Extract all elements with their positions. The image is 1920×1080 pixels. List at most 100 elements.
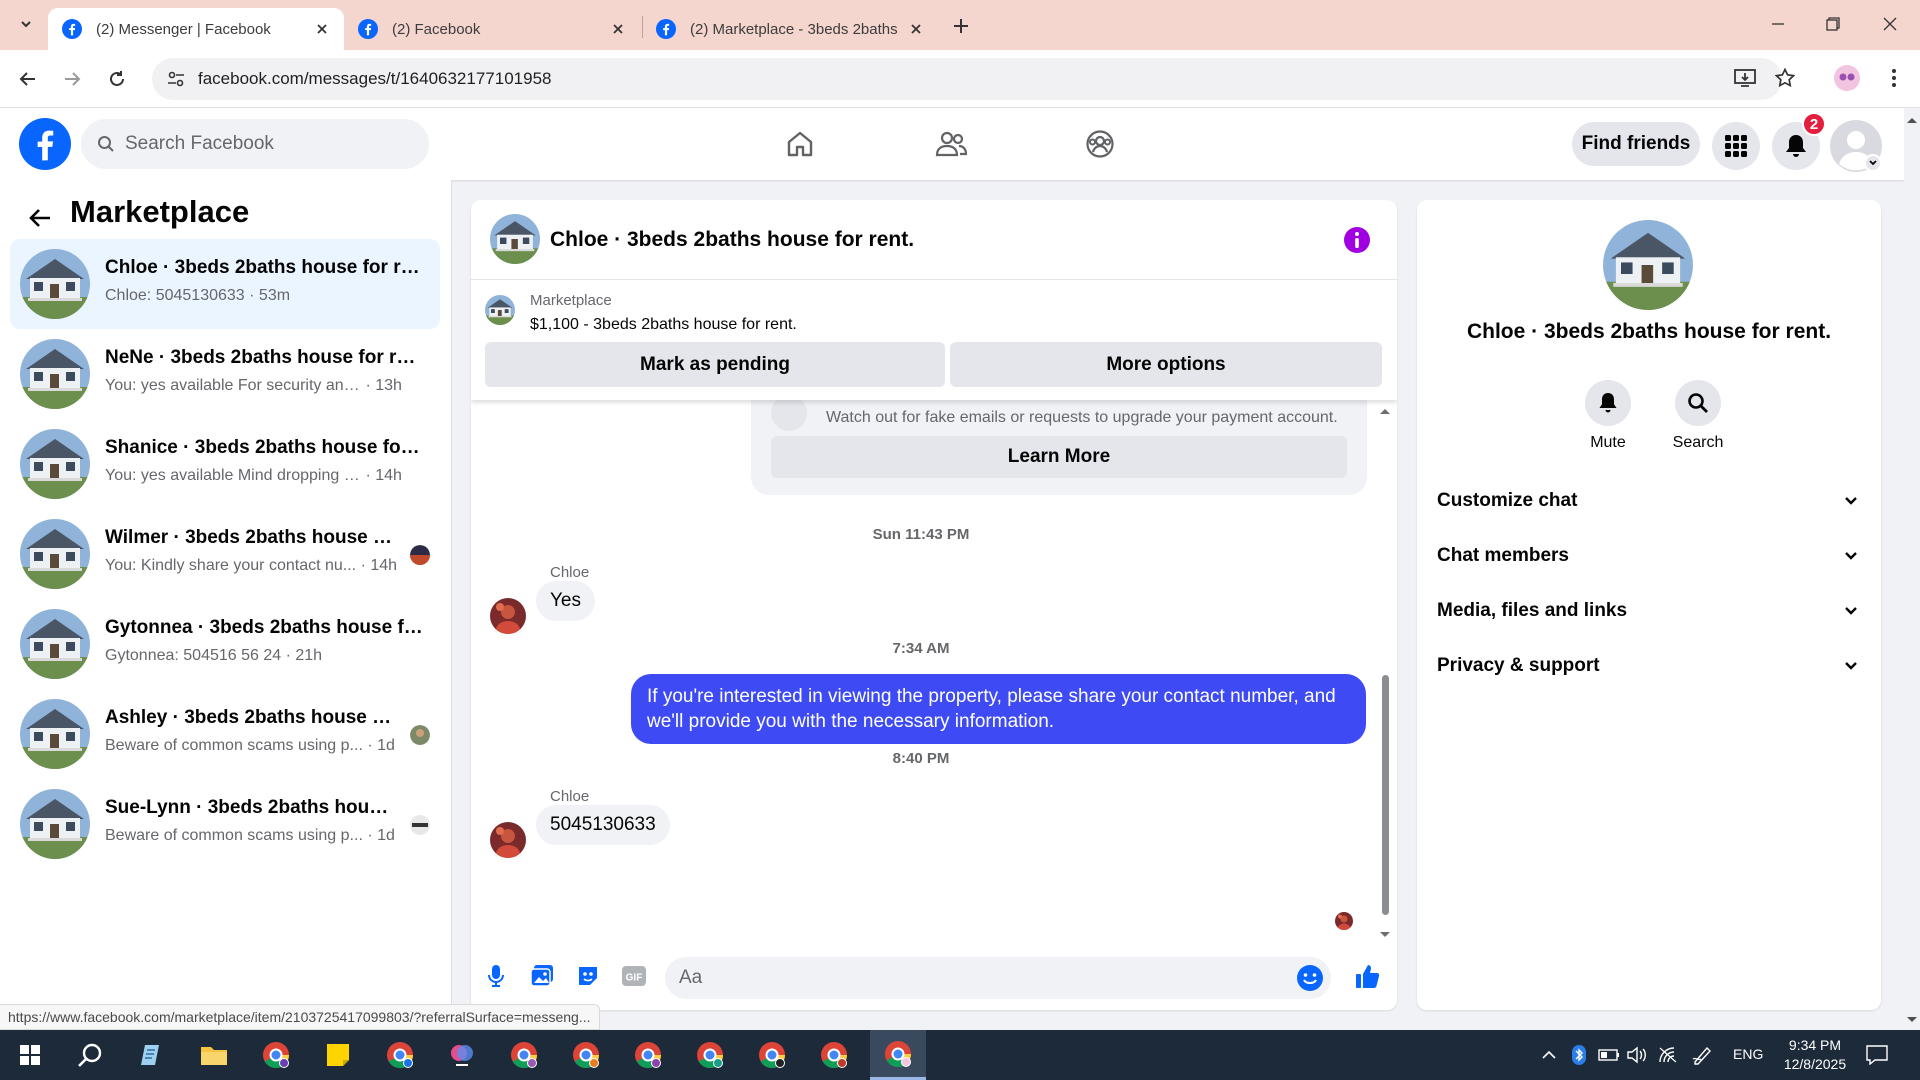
taskbar-sticky-notes-icon[interactable]: [310, 1030, 366, 1080]
action-center-icon[interactable]: [1866, 1044, 1888, 1066]
info-avatar[interactable]: [1603, 220, 1693, 310]
taskbar-search-icon[interactable]: [62, 1030, 118, 1080]
forward-arrow-icon[interactable]: [56, 63, 88, 95]
friends-icon[interactable]: [929, 122, 973, 166]
privacy-support-section[interactable]: Privacy & support: [1429, 641, 1869, 691]
install-app-icon[interactable]: [1729, 62, 1761, 94]
windows-start-icon[interactable]: [2, 1030, 58, 1080]
facebook-logo-icon[interactable]: [19, 118, 71, 170]
taskbar-chrome-active-icon[interactable]: [870, 1030, 926, 1080]
search-icon[interactable]: [1675, 380, 1721, 426]
conversation-item-ashley[interactable]: Ashley · 3beds 2baths house for... Bewar…: [10, 689, 440, 779]
battery-icon[interactable]: [1598, 1044, 1620, 1066]
taskbar-file-explorer-icon[interactable]: [186, 1030, 242, 1080]
conversation-item-shanice[interactable]: Shanice · 3beds 2baths house for r... Yo…: [10, 419, 440, 509]
taskbar-chrome-icon[interactable]: [620, 1030, 676, 1080]
taskbar-chrome-icon[interactable]: [558, 1030, 614, 1080]
close-tab-icon[interactable]: [314, 21, 330, 37]
more-options-button[interactable]: More options: [950, 342, 1382, 387]
scroll-down-icon[interactable]: [1904, 1014, 1920, 1026]
address-bar[interactable]: facebook.com/messages/t/1640632177101958: [152, 58, 1782, 100]
pen-workspace-icon[interactable]: [1692, 1044, 1714, 1066]
conversation-item-wilmer[interactable]: Wilmer · 3beds 2baths house fo... You: K…: [10, 509, 440, 599]
browser-tab-messenger[interactable]: (2) Messenger | Facebook: [48, 8, 344, 50]
bell-icon[interactable]: [1585, 380, 1631, 426]
tab-search-icon[interactable]: [12, 10, 40, 38]
conversation-item-sue-lynn[interactable]: Sue-Lynn · 3beds 2baths house f... Bewar…: [10, 779, 440, 869]
thumbs-up-icon[interactable]: [1353, 961, 1383, 991]
chat-title[interactable]: Chloe · 3beds 2baths house for rent.: [550, 228, 914, 252]
bookmark-star-icon[interactable]: [1769, 62, 1801, 94]
mark-as-pending-button[interactable]: Mark as pending: [485, 342, 945, 387]
message-input[interactable]: [679, 967, 1239, 989]
browser-tab-marketplace[interactable]: (2) Marketplace - 3beds 2baths: [642, 8, 938, 50]
conversation-item-gytonnea[interactable]: Gytonnea · 3beds 2baths house fo... Gyto…: [10, 599, 440, 689]
browser-profile-avatar[interactable]: [1831, 62, 1863, 94]
volume-icon[interactable]: [1627, 1044, 1649, 1066]
taskbar-chrome-icon[interactable]: [248, 1030, 304, 1080]
message-input-wrapper[interactable]: [665, 957, 1331, 999]
taskbar-chrome-icon[interactable]: [372, 1030, 428, 1080]
scrollbar-thumb[interactable]: [1382, 675, 1389, 915]
facebook-search[interactable]: [81, 119, 429, 169]
find-friends-button[interactable]: Find friends: [1572, 122, 1700, 166]
sender-avatar[interactable]: [490, 822, 526, 858]
restore-icon[interactable]: [1813, 8, 1853, 40]
scroll-up-icon[interactable]: [1904, 114, 1920, 126]
scroll-down-icon[interactable]: [1378, 930, 1392, 940]
sender-avatar[interactable]: [490, 598, 526, 634]
input-language[interactable]: ENG: [1733, 1046, 1763, 1062]
microphone-icon[interactable]: [481, 961, 511, 991]
chat-members-section[interactable]: Chat members: [1429, 531, 1869, 581]
conversation-time: · 21h: [285, 647, 323, 664]
chevron-down-icon[interactable]: [1864, 154, 1882, 172]
network-icon[interactable]: [1658, 1044, 1680, 1066]
taskbar-chrome-icon[interactable]: [806, 1030, 862, 1080]
browser-menu-icon[interactable]: [1878, 62, 1910, 94]
chevron-down-icon: [1845, 607, 1857, 615]
taskbar-chrome-icon[interactable]: [496, 1030, 552, 1080]
scroll-up-icon[interactable]: [1378, 406, 1392, 416]
incoming-message[interactable]: 5045130633: [536, 805, 670, 845]
conversation-item-nene[interactable]: NeNe · 3beds 2baths house for rent. You:…: [10, 329, 440, 419]
minimize-icon[interactable]: [1758, 8, 1798, 40]
media-files-links-section[interactable]: Media, files and links: [1429, 586, 1869, 636]
info-icon[interactable]: [1343, 226, 1371, 254]
menu-grid-icon[interactable]: [1712, 122, 1760, 170]
search-in-chat-button[interactable]: Search: [1653, 380, 1743, 452]
system-clock[interactable]: 9:34 PM 12/8/2025: [1775, 1036, 1855, 1074]
incoming-message[interactable]: Yes: [536, 581, 595, 621]
close-window-icon[interactable]: [1870, 8, 1910, 40]
groups-icon[interactable]: [1078, 122, 1122, 166]
listing-thumbnail[interactable]: [485, 295, 515, 325]
bluetooth-icon[interactable]: [1568, 1044, 1590, 1066]
emoji-icon[interactable]: [1295, 963, 1325, 993]
back-arrow-icon[interactable]: [12, 63, 44, 95]
home-icon[interactable]: [778, 122, 822, 166]
search-input[interactable]: [125, 133, 385, 155]
close-tab-icon[interactable]: [908, 21, 924, 37]
listing-title[interactable]: $1,100 - 3beds 2baths house for rent.: [530, 316, 797, 334]
site-settings-icon[interactable]: [156, 58, 196, 100]
page-scrollbar[interactable]: [1904, 108, 1920, 1030]
browser-tab-facebook[interactable]: (2) Facebook: [344, 8, 640, 50]
back-arrow-icon[interactable]: [22, 200, 58, 236]
show-hidden-icons-chevron-up-icon[interactable]: [1538, 1044, 1560, 1066]
taskbar-chrome-icon[interactable]: [682, 1030, 738, 1080]
learn-more-button[interactable]: Learn More: [771, 436, 1347, 478]
reload-icon[interactable]: [101, 63, 133, 95]
mute-button[interactable]: Mute: [1563, 380, 1653, 452]
close-tab-icon[interactable]: [610, 21, 626, 37]
taskbar-app-icon[interactable]: [434, 1030, 490, 1080]
customize-chat-section[interactable]: Customize chat: [1429, 476, 1869, 526]
chat-avatar[interactable]: [490, 214, 540, 264]
chat-scrollbar[interactable]: [1378, 400, 1392, 945]
gif-icon[interactable]: GIF: [619, 961, 649, 991]
taskbar-chrome-icon[interactable]: [744, 1030, 800, 1080]
outgoing-message[interactable]: If you're interested in viewing the prop…: [631, 674, 1366, 744]
taskbar-notepad-icon[interactable]: [124, 1030, 180, 1080]
sticker-icon[interactable]: [573, 961, 603, 991]
conversation-item-chloe[interactable]: Chloe · 3beds 2baths house for rent. Chl…: [10, 239, 440, 329]
new-tab-plus-icon[interactable]: [947, 12, 975, 40]
photo-icon[interactable]: [527, 961, 557, 991]
